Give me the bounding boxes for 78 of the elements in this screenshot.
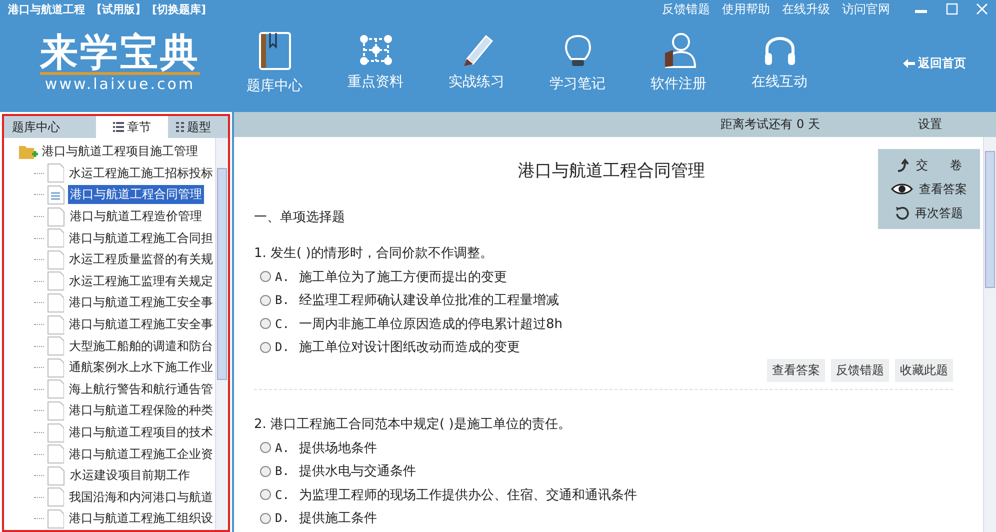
answer-option[interactable]: C. 为监理工程师的现场工作提供办公、住宿、交通和通讯条件 [254, 483, 969, 506]
document-icon [46, 508, 64, 529]
tree-item[interactable]: 港口与航道工程施工安全事 [67, 293, 215, 312]
settings-link[interactable]: 设置 [918, 116, 942, 133]
tree-item[interactable]: 海上航行警告和航行通告管 [67, 380, 215, 399]
close-icon[interactable] [976, 3, 988, 15]
maximize-icon[interactable] [946, 3, 958, 15]
tree-item[interactable]: 港口与航道工程造价管理 [68, 207, 204, 226]
grid-icon [176, 122, 184, 132]
document-icon [46, 336, 64, 356]
document-icon [46, 250, 64, 270]
radio-button[interactable] [260, 342, 271, 353]
document-icon [46, 314, 64, 335]
tree-item[interactable]: 港口与航道工程合同管理 [68, 185, 204, 204]
tree-item[interactable]: 港口与航道工程施工合同担 [67, 228, 215, 248]
document-icon [46, 487, 64, 508]
radio-button[interactable] [260, 442, 271, 454]
document-icon [46, 228, 64, 248]
tree-item[interactable]: 港口与航道工程项目的技术 [67, 423, 215, 442]
document-icon [46, 358, 64, 378]
question-text: 2. 港口工程施工合同范本中规定( )是施工单位的责任。 [254, 416, 572, 433]
document-icon [46, 379, 64, 400]
menu-item[interactable]: 查看答案 [878, 177, 980, 201]
answer-option[interactable]: C. 一周内非施工单位原因造成的停电累计超过8h [254, 312, 969, 336]
tree-folder[interactable]: 港口与航道工程项目施工管理 [4, 141, 215, 163]
answer-option[interactable]: D. 提供施工条件 [254, 506, 969, 530]
sidebar-tab[interactable]: 章节 [96, 116, 168, 138]
answer-option[interactable]: A. 提供场地条件 [254, 436, 969, 460]
tree-item[interactable]: 水运工程施工施工招标投标 [67, 164, 215, 183]
radio-button[interactable] [260, 489, 271, 500]
tree-item[interactable]: 通航案例水上水下施工作业 [67, 358, 215, 378]
radio-button[interactable] [260, 512, 271, 524]
tree-item[interactable]: 港口与航道工程施工组织设 [67, 509, 215, 528]
tree-item[interactable]: 大型施工船舶的调遣和防台 [67, 336, 215, 356]
answer-option[interactable]: D. 施工单位对设计图纸改动而造成的变更 [254, 336, 969, 359]
book-icon [258, 31, 292, 71]
edition-label: 【试用版】 [91, 2, 146, 16]
document-icon [47, 206, 65, 227]
paper-title: 港口与航道工程合同管理 [518, 161, 705, 181]
scrollbar[interactable] [983, 137, 996, 532]
document-icon [46, 422, 64, 443]
answer-option[interactable]: A. 施工单位为了施工方便而提出的变更 [254, 265, 969, 288]
refresh-icon [895, 206, 909, 220]
document-icon [47, 466, 65, 486]
answer-option[interactable]: B. 提供水电与交通条件 [254, 460, 969, 483]
tree-item[interactable]: 水运建设项目前期工作 [68, 466, 192, 486]
eye-icon [891, 183, 913, 195]
left-arrow-icon [903, 58, 915, 68]
list-icon [113, 122, 124, 132]
section-heading: 一、单项选择题 [254, 210, 345, 225]
radio-button[interactable] [260, 318, 271, 330]
tree-item[interactable]: 水运工程施工监理有关规定 [67, 272, 215, 291]
tree-item[interactable]: 我国沿海和内河港口与航道 [67, 488, 215, 507]
document-icon [46, 444, 64, 464]
menu-item[interactable]: 再次答题 [878, 201, 980, 225]
answer-option[interactable]: B. 经监理工程师确认建设单位批准的工程量增减 [254, 288, 969, 312]
curved-arrow-icon [896, 158, 910, 172]
radio-button[interactable] [260, 466, 271, 477]
radio-button[interactable] [260, 294, 271, 306]
document-icon [46, 292, 64, 313]
tree-item[interactable]: 港口与航道工程施工企业资 [67, 444, 215, 464]
tree-item[interactable]: 港口与航道工程保险的种类 [67, 401, 215, 420]
tree-item[interactable]: 水运工程质量监督的有关规 [67, 250, 215, 270]
scrollbar[interactable] [215, 138, 228, 530]
question-action-button[interactable]: 查看答案 [767, 359, 825, 382]
document-icon [46, 400, 64, 421]
menu-item[interactable]: 交 卷 [878, 153, 980, 177]
exam-countdown: 距离考试还有 0 天 [720, 116, 820, 133]
question-action-button[interactable]: 反馈错题 [831, 359, 889, 382]
app-logo: 来学宝典 www.laixue.com [38, 32, 201, 94]
document-icon [47, 184, 65, 205]
document-icon [46, 163, 64, 184]
question-action-button[interactable]: 收藏此题 [895, 359, 953, 382]
question-text: 1. 发生( )的情形时，合同价款不作调整。 [254, 245, 494, 262]
tree-item[interactable]: 港口与航道工程施工安全事 [67, 315, 215, 334]
document-icon [46, 271, 64, 292]
window-title: 港口与航道工程 [8, 2, 85, 16]
radio-button[interactable] [260, 271, 271, 282]
